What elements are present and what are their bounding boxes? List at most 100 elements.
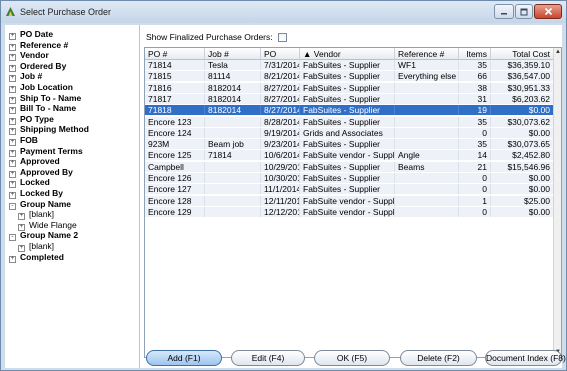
table-cell: 8/21/2014 (261, 71, 300, 82)
document-index-button[interactable]: Document Index (F8) (485, 350, 566, 366)
table-cell: FabSuites - Supplier (300, 139, 395, 150)
column-header[interactable]: PO (261, 48, 300, 60)
table-cell: $0.00 (491, 105, 554, 116)
collapse-icon[interactable]: - (9, 234, 16, 242)
table-cell: 71817 (145, 93, 205, 104)
tree-item-label: Bill To - Name (20, 103, 77, 114)
tree-item[interactable]: + Approved By (9, 167, 73, 178)
table-cell: Beams (395, 161, 459, 172)
tree-item[interactable]: + Approved (9, 156, 60, 168)
table-cell: $36,359.10 (491, 60, 554, 70)
tree-item[interactable]: + PO Type (9, 114, 54, 125)
tree-item[interactable]: + PO Date (9, 29, 53, 40)
table-cell: 8/28/2014 (261, 116, 300, 127)
tree-item[interactable]: - Group Name (9, 198, 72, 210)
add-button[interactable]: Add (F1) (146, 350, 222, 366)
maximize-button[interactable] (515, 4, 533, 19)
table-cell (205, 161, 261, 172)
table-row[interactable]: Encore 124 9/19/2014 Grids and Associates 0… (145, 127, 554, 138)
column-header[interactable]: Total Cost (491, 48, 554, 60)
close-button[interactable] (534, 4, 562, 19)
tree-item[interactable]: + Job # (9, 71, 42, 83)
table-row[interactable]: 71814 Tesla 7/31/2014 FabSuites - Supplier W… (145, 60, 554, 70)
tree-item-label: Wide Flange (29, 219, 77, 230)
table-cell: FabSuites - Supplier (300, 93, 395, 104)
table-row[interactable]: 71817 8182014 8/27/2014 FabSuites - Supplie… (145, 93, 554, 104)
tree-item[interactable]: + Job Location (9, 82, 73, 93)
table-cell: Encore 127 (145, 184, 205, 195)
table-cell: 0 (459, 173, 491, 183)
table-row[interactable]: 71816 8182014 8/27/2014 FabSuites - Supplie… (145, 82, 554, 93)
ok-button[interactable]: OK (F5) (314, 350, 390, 366)
tree-item-label: Payment Terms (20, 145, 83, 156)
tree-item[interactable]: + Locked (9, 177, 50, 189)
table-cell (205, 206, 261, 217)
table-cell: Encore 125 (145, 150, 205, 161)
tree-item-label: FOB (20, 135, 38, 145)
table-cell (395, 206, 459, 217)
column-header[interactable]: PO # (145, 48, 205, 60)
table-row[interactable]: Encore 123 8/28/2014 FabSuites - Supplier 3… (145, 116, 554, 127)
tree-item[interactable]: + Wide Flange (18, 219, 77, 231)
column-header[interactable]: Job # (205, 48, 261, 60)
tree-item[interactable]: + Vendor (9, 50, 49, 62)
tree-item-label: Group Name (20, 198, 72, 209)
tree-item[interactable]: + Reference # (9, 40, 68, 51)
show-finalized-checkbox[interactable] (277, 32, 287, 42)
tree-item-label: Completed (20, 251, 64, 262)
table-cell: FabSuites - Supplier (300, 184, 395, 195)
table-row[interactable]: Encore 129 12/12/201 FabSuite vendor - Sup… (145, 206, 554, 217)
table-cell (395, 116, 459, 127)
tree-item[interactable]: + FOB (9, 135, 38, 146)
table-cell (395, 127, 459, 138)
table-cell: 1 (459, 195, 491, 206)
edit-button[interactable]: Edit (F4) (231, 350, 305, 366)
table-cell: FabSuites - Supplier (300, 116, 395, 127)
table-row[interactable]: Encore 127 11/1/2014 FabSuites - Supplier 0… (145, 184, 554, 195)
tree-item[interactable]: - Group Name 2 (9, 230, 78, 242)
title-bar[interactable]: Select Purchase Order (1, 1, 566, 23)
table-cell (395, 105, 459, 116)
table-cell (205, 173, 261, 183)
tree-item[interactable]: + Ordered By (9, 61, 66, 72)
tree-item[interactable]: + [blank] (18, 241, 55, 252)
table-cell: 12/11/201 (261, 195, 300, 206)
delete-button[interactable]: Delete (F2) (400, 350, 477, 366)
table-cell: 9/19/2014 (261, 127, 300, 138)
table-row[interactable]: Campbell 10/29/201 FabSuites - Supplier Bea… (145, 161, 554, 172)
column-header[interactable]: Reference # (395, 48, 459, 60)
table-row[interactable]: 923M Beam job 9/23/2014 FabSuites - Supplie… (145, 139, 554, 150)
tree-item-label: [blank] (29, 241, 55, 251)
tree-item[interactable]: + Locked By (9, 188, 63, 199)
table-cell (205, 195, 261, 206)
expand-icon[interactable]: + (9, 255, 16, 263)
grid-vertical-scrollbar[interactable]: ▲ ▼ (553, 48, 561, 357)
table-cell: 71815 (145, 71, 205, 82)
tree-item[interactable]: + Shipping Method (9, 124, 89, 136)
table-row[interactable]: 71818 8182014 8/27/2014 FabSuites - Supplie… (145, 105, 554, 116)
tree-item[interactable]: + Completed (9, 251, 64, 263)
table-cell (205, 184, 261, 195)
tree-item[interactable]: + Ship To - Name (9, 93, 81, 104)
collapse-icon[interactable]: - (9, 202, 16, 210)
table-row[interactable]: Encore 126 10/30/201 FabSuites - Supplier 0… (145, 173, 554, 183)
table-cell: FabSuites - Supplier (300, 60, 395, 70)
tree-item-label: Approved (20, 156, 60, 167)
column-header[interactable]: ▲ Vendor (300, 48, 395, 60)
table-cell (395, 139, 459, 150)
table-row[interactable]: Encore 128 12/11/201 FabSuite vendor - Sup… (145, 195, 554, 206)
table-cell: Encore 126 (145, 173, 205, 183)
table-cell: 21 (459, 161, 491, 172)
table-cell: 8/27/2014 (261, 93, 300, 104)
minimize-button[interactable] (494, 4, 514, 19)
tree-item[interactable]: + Bill To - Name (9, 103, 77, 115)
tree-item[interactable]: + Payment Terms (9, 145, 83, 157)
table-cell: FabSuite vendor - Suppli (300, 195, 395, 206)
scroll-up-arrow-icon[interactable]: ▲ (554, 48, 561, 57)
column-header[interactable]: Items (459, 48, 491, 60)
table-row[interactable]: Encore 125 71814 10/6/2014 FabSuite vendor … (145, 150, 554, 161)
group-tree: + PO Date + Reference # + Vendor + Ordered By + J… (5, 25, 140, 368)
table-cell: 66 (459, 71, 491, 82)
tree-item[interactable]: + [blank] (18, 209, 54, 221)
table-row[interactable]: 71815 81114 8/21/2014 FabSuites - Supplier E… (145, 71, 554, 82)
